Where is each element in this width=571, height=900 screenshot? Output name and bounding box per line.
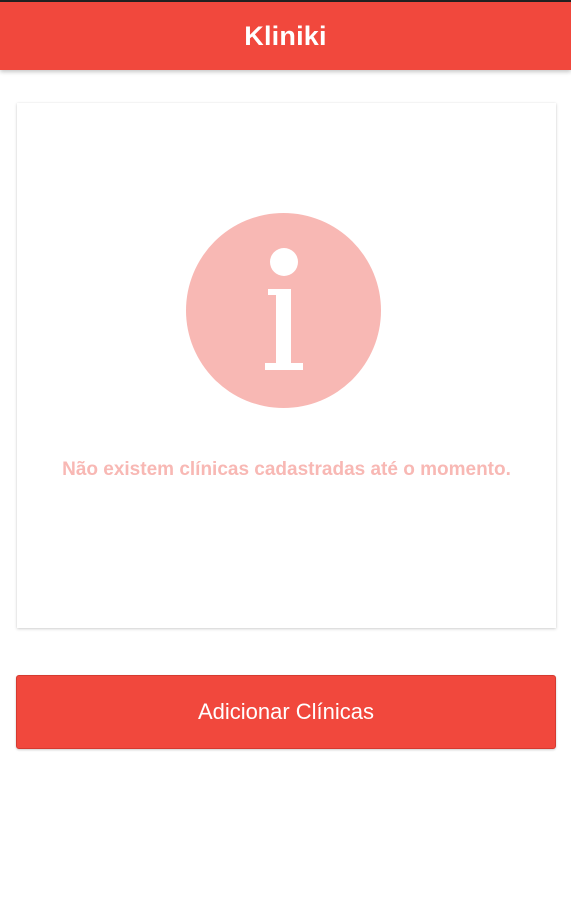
- app-title: Kliniki: [244, 20, 327, 51]
- empty-state-card: Não existem clínicas cadastradas até o m…: [17, 103, 556, 628]
- info-icon: [186, 213, 381, 408]
- app-bar: Kliniki: [0, 2, 571, 70]
- add-clinics-button[interactable]: Adicionar Clínicas: [16, 675, 556, 749]
- empty-state-message: Não existem clínicas cadastradas até o m…: [62, 459, 511, 480]
